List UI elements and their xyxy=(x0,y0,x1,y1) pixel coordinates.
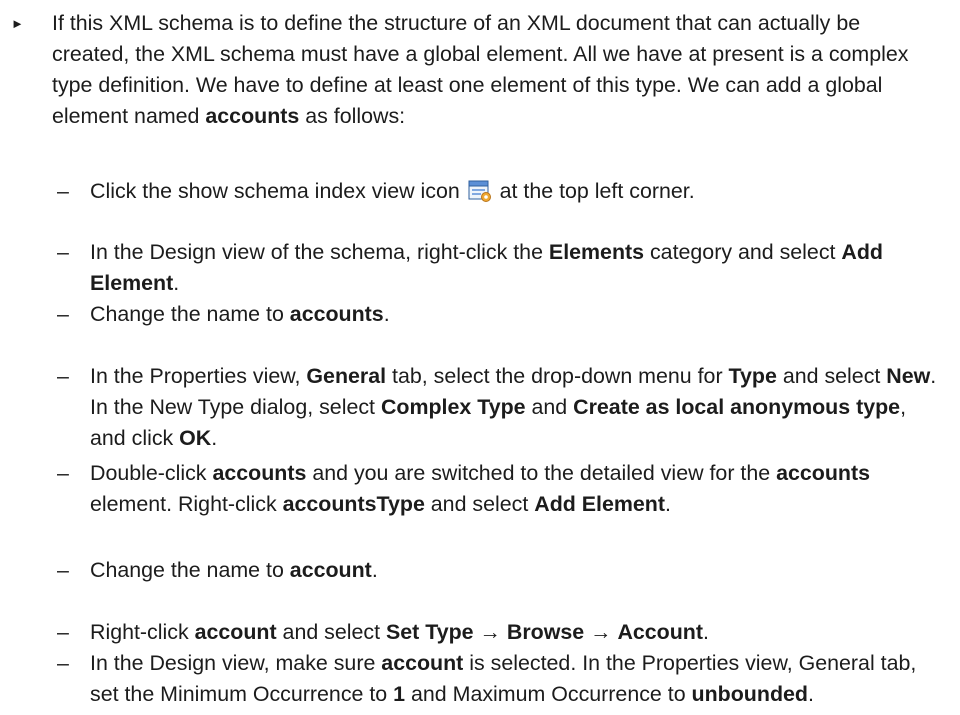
step-emphasis: Elements xyxy=(548,240,645,264)
dash-marker: – xyxy=(57,302,69,326)
step-emphasis: account xyxy=(194,620,277,644)
step-segment: at the top left corner. xyxy=(493,179,695,203)
step-emphasis: OK xyxy=(179,426,212,450)
step-text: Change the name to accounts. xyxy=(90,299,940,330)
step-text: Click the show schema index view icon at… xyxy=(90,176,940,207)
step-emphasis: Create as local anonymous type xyxy=(573,395,901,419)
step-emphasis: Add Element xyxy=(534,492,665,516)
intro-text: as follows: xyxy=(299,104,406,128)
step-segment: Double-click xyxy=(90,461,213,485)
dash-marker: – xyxy=(57,558,69,582)
step-segment: → xyxy=(584,620,618,644)
schema-index-view-icon xyxy=(468,180,492,202)
document-page: ► If this XML schema is to define the st… xyxy=(0,0,960,715)
step-segment: In the Properties view, xyxy=(90,364,307,388)
step-segment: and select xyxy=(276,620,387,644)
step-text: Right-click account and select Set Type … xyxy=(90,617,940,648)
step-segment: and select xyxy=(776,364,887,388)
step-segment: In the Design view, make sure xyxy=(90,651,382,675)
step-segment: Change the name to xyxy=(90,558,290,582)
step-emphasis: Type xyxy=(728,364,777,388)
step-segment: Right-click xyxy=(90,620,195,644)
dash-marker: – xyxy=(57,651,69,675)
step-segment: tab, select the drop-down menu for xyxy=(386,364,729,388)
step-emphasis: accounts xyxy=(776,461,870,485)
step-segment: . xyxy=(173,271,180,295)
dash-marker: – xyxy=(57,364,69,388)
step-segment: Change the name to xyxy=(90,302,290,326)
step-emphasis: unbounded xyxy=(691,682,808,706)
step-segment: . xyxy=(371,558,378,582)
step-emphasis: General xyxy=(306,364,387,388)
step-segment: and xyxy=(525,395,574,419)
step-emphasis: account xyxy=(289,558,372,582)
step-emphasis: Set Type xyxy=(386,620,474,644)
step-text: In the Properties view, General tab, sel… xyxy=(90,361,940,454)
step-segment: . xyxy=(665,492,671,516)
dash-marker: – xyxy=(57,179,69,203)
dash-marker: – xyxy=(57,461,69,485)
dash-marker: – xyxy=(57,620,69,644)
step-segment: . xyxy=(703,620,709,644)
step-emphasis: Browse xyxy=(506,620,585,644)
dash-marker: – xyxy=(57,240,69,264)
step-segment: . xyxy=(383,302,390,326)
step-text: Change the name to account. xyxy=(90,555,940,586)
step-segment: → xyxy=(473,620,507,644)
intro-emphasis: accounts xyxy=(205,104,300,128)
step-text: In the Design view of the schema, right-… xyxy=(90,237,940,299)
intro-paragraph: If this XML schema is to define the stru… xyxy=(52,8,932,132)
step-segment: and Maximum Occurrence to xyxy=(405,682,692,706)
step-segment: . xyxy=(807,682,814,706)
step-emphasis: New xyxy=(886,364,931,388)
step-segment: Click the show schema index view icon xyxy=(90,179,466,203)
step-text: In the Design view, make sure account is… xyxy=(90,648,940,710)
step-emphasis: accounts xyxy=(212,461,307,485)
step-emphasis: accountsType xyxy=(282,492,425,516)
step-segment: and you are switched to the detailed vie… xyxy=(306,461,777,485)
step-emphasis: 1 xyxy=(393,682,406,706)
step-segment: and select xyxy=(424,492,535,516)
step-emphasis: Complex Type xyxy=(380,395,526,419)
step-segment: . xyxy=(211,426,218,450)
step-emphasis: account xyxy=(381,651,464,675)
step-emphasis: accounts xyxy=(289,302,384,326)
step-emphasis: Account xyxy=(617,620,704,644)
bullet-marker: ► xyxy=(11,16,24,31)
step-segment: In the Design view of the schema, right-… xyxy=(90,240,549,264)
step-segment: category and select xyxy=(644,240,842,264)
step-segment: element. Right-click xyxy=(90,492,283,516)
intro-text: If this XML schema is to define the stru… xyxy=(52,11,909,128)
step-text: Double-click accounts and you are switch… xyxy=(90,458,940,520)
